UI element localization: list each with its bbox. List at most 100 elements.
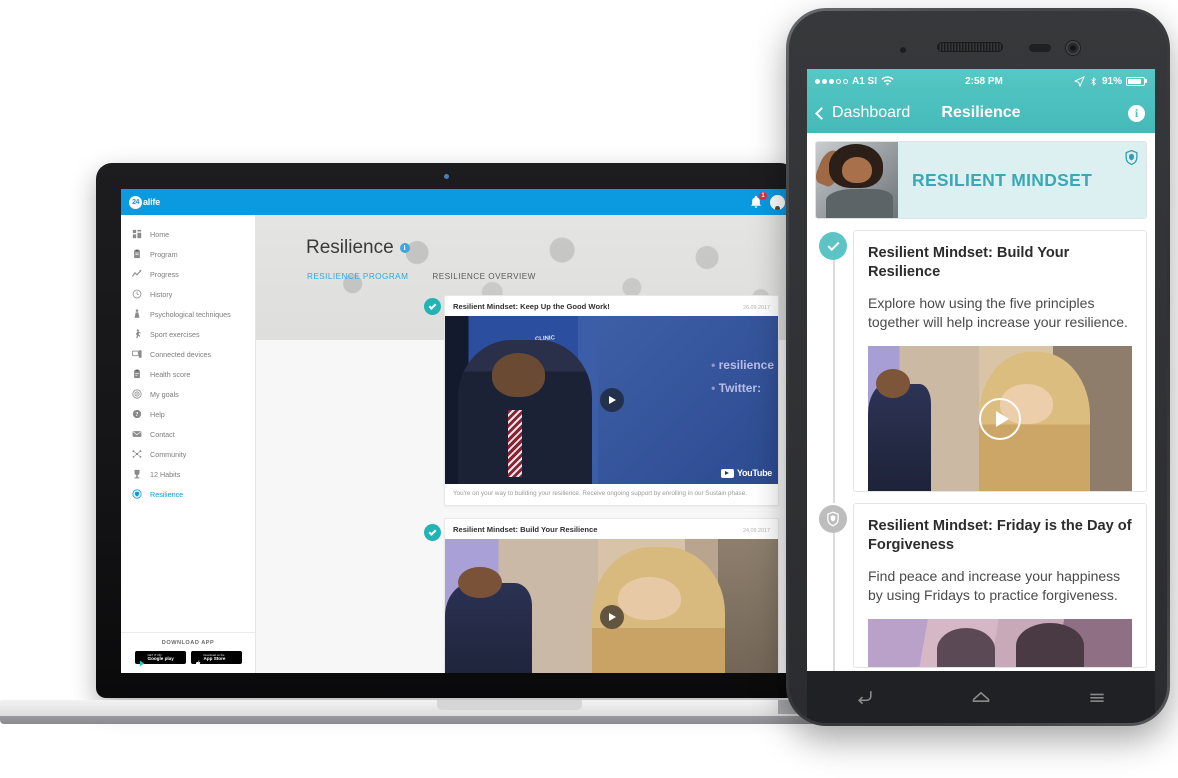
sidebar-item-label: Help — [150, 409, 165, 419]
banner-image-face — [842, 157, 872, 184]
shield-circle-icon — [827, 511, 839, 527]
avatar-head-icon — [775, 205, 780, 210]
notifications-button[interactable]: 1 — [749, 192, 767, 209]
sidebar-item-help[interactable]: ? Help — [121, 404, 255, 424]
sidebar-item-label: Health score — [150, 369, 191, 379]
youtube-play-icon — [720, 468, 734, 478]
avatar[interactable] — [770, 194, 785, 210]
module-banner[interactable]: RESILIENT MINDSET — [815, 141, 1147, 219]
status-bar-right: 91% — [1073, 75, 1147, 87]
slide-bullet: resilience — [711, 354, 774, 377]
info-icon[interactable]: i — [1128, 104, 1145, 122]
info-icon[interactable]: i — [399, 243, 410, 253]
apple-icon — [195, 654, 202, 667]
video-speaker-head — [491, 352, 545, 397]
lesson-card[interactable]: Resilient Mindset: Build Your Resilience… — [444, 518, 779, 673]
sidebar-item-community[interactable]: Community — [121, 444, 255, 464]
page-title-text: Resilience — [306, 237, 394, 258]
video-man-figure — [868, 383, 932, 492]
back-to-dashboard-button[interactable]: Dashboard — [815, 104, 910, 122]
proximity-sensor-icon — [900, 47, 906, 53]
screenshot-stage: 24 alife 1 Home Program Progress History… — [0, 0, 1178, 778]
lesson-card-date: 24.09.2017 — [743, 528, 770, 535]
app-store-button[interactable]: Download on the App Store — [190, 651, 242, 667]
play-button[interactable] — [979, 397, 1021, 440]
video-person-two — [1015, 623, 1085, 668]
wifi-icon — [881, 75, 894, 86]
video-speaker-tie — [508, 410, 522, 478]
lesson-card[interactable]: Resilient Mindset: Build Your Resilience… — [853, 230, 1147, 493]
clipboard-icon — [131, 249, 142, 260]
chart-line-icon — [131, 269, 142, 280]
sidebar-item-label: My goals — [150, 389, 179, 399]
sidebar-item-sport-exercises[interactable]: Sport exercises — [121, 324, 255, 344]
check-icon — [428, 301, 437, 310]
lesson-status-badge — [819, 505, 847, 534]
video-slide — [598, 316, 778, 484]
sidebar-item-label: History — [150, 289, 173, 299]
sidebar-item-health-score[interactable]: Health score — [121, 364, 255, 384]
phone-device: A1 SI 2:58 PM 91% Dashboard Resilience i… — [786, 8, 1170, 726]
sidebar-item-label: Connected devices — [150, 349, 212, 359]
signal-strength-icon — [815, 78, 848, 84]
shield-icon — [131, 489, 142, 500]
grid-icon — [131, 229, 142, 240]
sidebar-item-label: Psychological techniques — [150, 309, 231, 319]
envelope-icon — [131, 429, 142, 440]
play-button[interactable] — [599, 388, 624, 412]
video-thumbnail[interactable] — [868, 619, 1132, 668]
back-button[interactable] — [852, 686, 878, 708]
sidebar-item-psychological-techniques[interactable]: Psychological techniques — [121, 304, 255, 324]
tablet-sidebar: Home Program Progress History Psychologi… — [121, 215, 256, 673]
lesson-card[interactable]: Resilient Mindset: Friday is the Day of … — [853, 503, 1147, 669]
brand-logo[interactable]: 24 alife — [129, 195, 160, 209]
top-bar-actions: 1 — [749, 192, 785, 210]
banner-title: RESILIENT MINDSET — [898, 142, 1146, 218]
sidebar-item-connected-devices[interactable]: Connected devices — [121, 344, 255, 364]
app-store-small-label: Download on the — [203, 652, 225, 657]
sidebar-item-program[interactable]: Program — [121, 244, 255, 264]
sidebar-item-progress[interactable]: Progress — [121, 264, 255, 284]
lesson-status-badge — [819, 232, 847, 260]
sidebar-item-resilience[interactable]: Resilience — [121, 484, 255, 504]
clock-icon — [131, 289, 142, 300]
tab-resilience-overview[interactable]: RESILIENCE OVERVIEW — [432, 272, 536, 284]
sidebar-item-home[interactable]: Home — [121, 224, 255, 244]
runner-icon — [131, 329, 142, 340]
lesson-card[interactable]: Resilient Mindset: Keep Up the Good Work… — [444, 295, 779, 507]
lesson-card-header: Resilient Mindset: Keep Up the Good Work… — [445, 296, 778, 316]
play-button[interactable] — [599, 604, 624, 629]
tab-resilience-program[interactable]: RESILIENCE PROGRAM — [307, 272, 408, 284]
status-bar-left: A1 SI — [815, 76, 894, 87]
phone-content: RESILIENT MINDSET Resilient Mindset: Bui… — [807, 133, 1155, 671]
play-icon — [609, 612, 616, 621]
lesson-rail — [815, 230, 853, 504]
lesson-status-badge — [424, 524, 441, 541]
play-icon — [995, 410, 1009, 427]
store-badges: GET IT ON Google play Download on the Ap… — [129, 651, 247, 667]
sidebar-item-history[interactable]: History — [121, 284, 255, 304]
slide-bullets: resilience Twitter: — [711, 354, 774, 400]
video-thumbnail[interactable]: CLINIC FREE resilience Twitter: — [445, 316, 778, 484]
phone-body: A1 SI 2:58 PM 91% Dashboard Resilience i… — [789, 11, 1167, 723]
clipboard-icon — [131, 369, 142, 380]
sidebar-item-contact[interactable]: Contact — [121, 424, 255, 444]
video-thumbnail[interactable] — [868, 346, 1132, 492]
sidebar-item-label: Progress — [150, 269, 179, 279]
lesson-rail — [815, 503, 853, 671]
home-button[interactable] — [968, 686, 994, 708]
download-app-section: DOWNLOAD APP GET IT ON Google play Downl… — [121, 632, 255, 673]
earpiece-speaker-icon — [937, 42, 1003, 52]
tablet-screen: 24 alife 1 Home Program Progress History… — [121, 189, 793, 673]
video-thumbnail[interactable] — [445, 539, 778, 673]
sidebar-item-12-habits[interactable]: 12 Habits — [121, 464, 255, 484]
menu-button[interactable] — [1084, 686, 1110, 708]
tablet-top-bar: 24 alife 1 — [121, 189, 793, 215]
location-arrow-icon — [1073, 75, 1085, 87]
shield-icon — [1125, 150, 1138, 165]
google-play-button[interactable]: GET IT ON Google play — [134, 651, 186, 667]
sidebar-item-my-goals[interactable]: My goals — [121, 384, 255, 404]
download-app-title: DOWNLOAD APP — [161, 640, 215, 646]
timeline-connector — [833, 256, 835, 504]
lesson-card-list: Resilient Mindset: Keep Up the Good Work… — [444, 295, 779, 673]
